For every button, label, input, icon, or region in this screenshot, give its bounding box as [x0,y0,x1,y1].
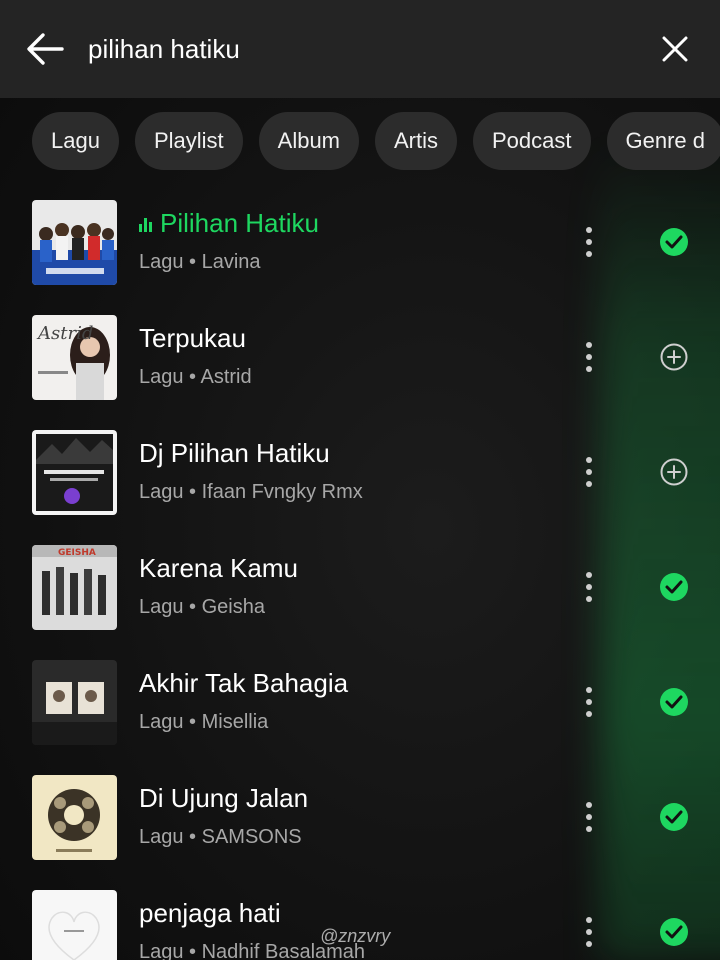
more-vertical-icon [586,572,592,602]
more-options-button[interactable] [572,565,606,609]
result-row[interactable]: penjaga hati Lagu • Nadhif Basalamah [0,880,720,960]
track-subtitle: Lagu • Ifaan Fvngky Rmx [139,481,363,503]
back-button[interactable] [22,26,68,72]
add-circle-icon [660,343,688,371]
result-row[interactable]: GEISHA Karena Kamu Lagu • Geisha [0,535,720,650]
more-options-button[interactable] [572,680,606,724]
saved-button[interactable] [655,798,693,836]
track-title-text: Dj Pilihan Hatiku [139,438,330,468]
check-circle-icon [660,228,688,256]
result-row[interactable]: Dj Pilihan Hatiku Lagu • Ifaan Fvngky Rm… [0,420,720,535]
track-title-text: Akhir Tak Bahagia [139,668,349,698]
track-title-text: Di Ujung Jalan [139,783,309,813]
saved-button[interactable] [655,683,693,721]
svg-text:GEISHA: GEISHA [58,548,96,558]
saved-button[interactable] [655,913,693,951]
track-subtitle: Lagu • SAMSONS [139,826,302,848]
more-options-button[interactable] [572,450,606,494]
search-screen: Lagu Playlist Album Artis Podcast Genre … [0,0,720,960]
watermark-text: @znzvry [320,926,391,946]
track-title: penjaga hati [139,898,281,929]
cover-art-pilihan-hatiku [32,200,117,285]
cover-art-karena-kamu: GEISHA [32,545,117,630]
more-options-button[interactable] [572,795,606,839]
cover-art-akhir-tak-bahagia [32,660,117,745]
result-row[interactable]: Pilihan Hatiku Lagu • Lavina [0,190,720,305]
result-row[interactable]: Astrid Terpukau Lagu • Astrid [0,305,720,420]
cover-art-penjaga-hati [32,890,117,960]
check-circle-icon [660,918,688,946]
track-title-text: Karena Kamu [139,553,298,583]
filter-chips: Lagu Playlist Album Artis Podcast Genre … [0,112,720,172]
cover-art-terpukau: Astrid [32,315,117,400]
check-circle-icon [660,803,688,831]
more-vertical-icon [586,917,592,947]
track-title: Akhir Tak Bahagia [139,668,348,699]
add-circle-icon [660,458,688,486]
more-vertical-icon [586,802,592,832]
track-title: Terpukau [139,323,246,354]
result-row[interactable]: Akhir Tak Bahagia Lagu • Misellia [0,650,720,765]
result-row[interactable]: Di Ujung Jalan Lagu • SAMSONS [0,765,720,880]
track-title-text: penjaga hati [139,898,281,928]
cover-art-di-ujung-jalan [32,775,117,860]
saved-button[interactable] [655,568,693,606]
close-icon [662,36,688,62]
more-vertical-icon [586,227,592,257]
add-to-library-button[interactable] [655,453,693,491]
svg-text:Astrid: Astrid [36,323,93,344]
filter-chip-playlist[interactable]: Playlist [134,112,243,170]
filter-chip-artis[interactable]: Artis [375,112,457,170]
filter-chip-album[interactable]: Album [258,112,359,170]
more-vertical-icon [586,342,592,372]
more-options-button[interactable] [572,220,606,264]
track-subtitle: Lagu • Misellia [139,711,269,733]
check-circle-icon [660,573,688,601]
track-subtitle: Lagu • Lavina [139,251,261,273]
track-title: Di Ujung Jalan [139,783,308,814]
clear-search-button[interactable] [652,26,698,72]
track-title: Dj Pilihan Hatiku [139,438,330,469]
more-options-button[interactable] [572,335,606,379]
filter-chip-lagu[interactable]: Lagu [32,112,119,170]
track-title-text: Pilihan Hatiku [160,208,319,238]
filter-chip-podcast[interactable]: Podcast [473,112,591,170]
track-title-text: Terpukau [139,323,246,353]
search-header [0,0,720,98]
search-input[interactable] [88,26,628,72]
now-playing-equalizer-icon [139,216,152,232]
add-to-library-button[interactable] [655,338,693,376]
track-title: Pilihan Hatiku [139,208,319,239]
track-title: Karena Kamu [139,553,298,584]
more-vertical-icon [586,687,592,717]
more-options-button[interactable] [572,910,606,954]
track-subtitle: Lagu • Geisha [139,596,265,618]
filter-chip-genre[interactable]: Genre d [606,112,720,170]
check-circle-icon [660,688,688,716]
more-vertical-icon [586,457,592,487]
track-subtitle: Lagu • Astrid [139,366,252,388]
saved-button[interactable] [655,223,693,261]
arrow-left-icon [27,33,64,65]
search-results-list: Pilihan Hatiku Lagu • Lavina Astrid Terp… [0,190,720,960]
cover-art-dj-pilihan-hatiku [32,430,117,515]
